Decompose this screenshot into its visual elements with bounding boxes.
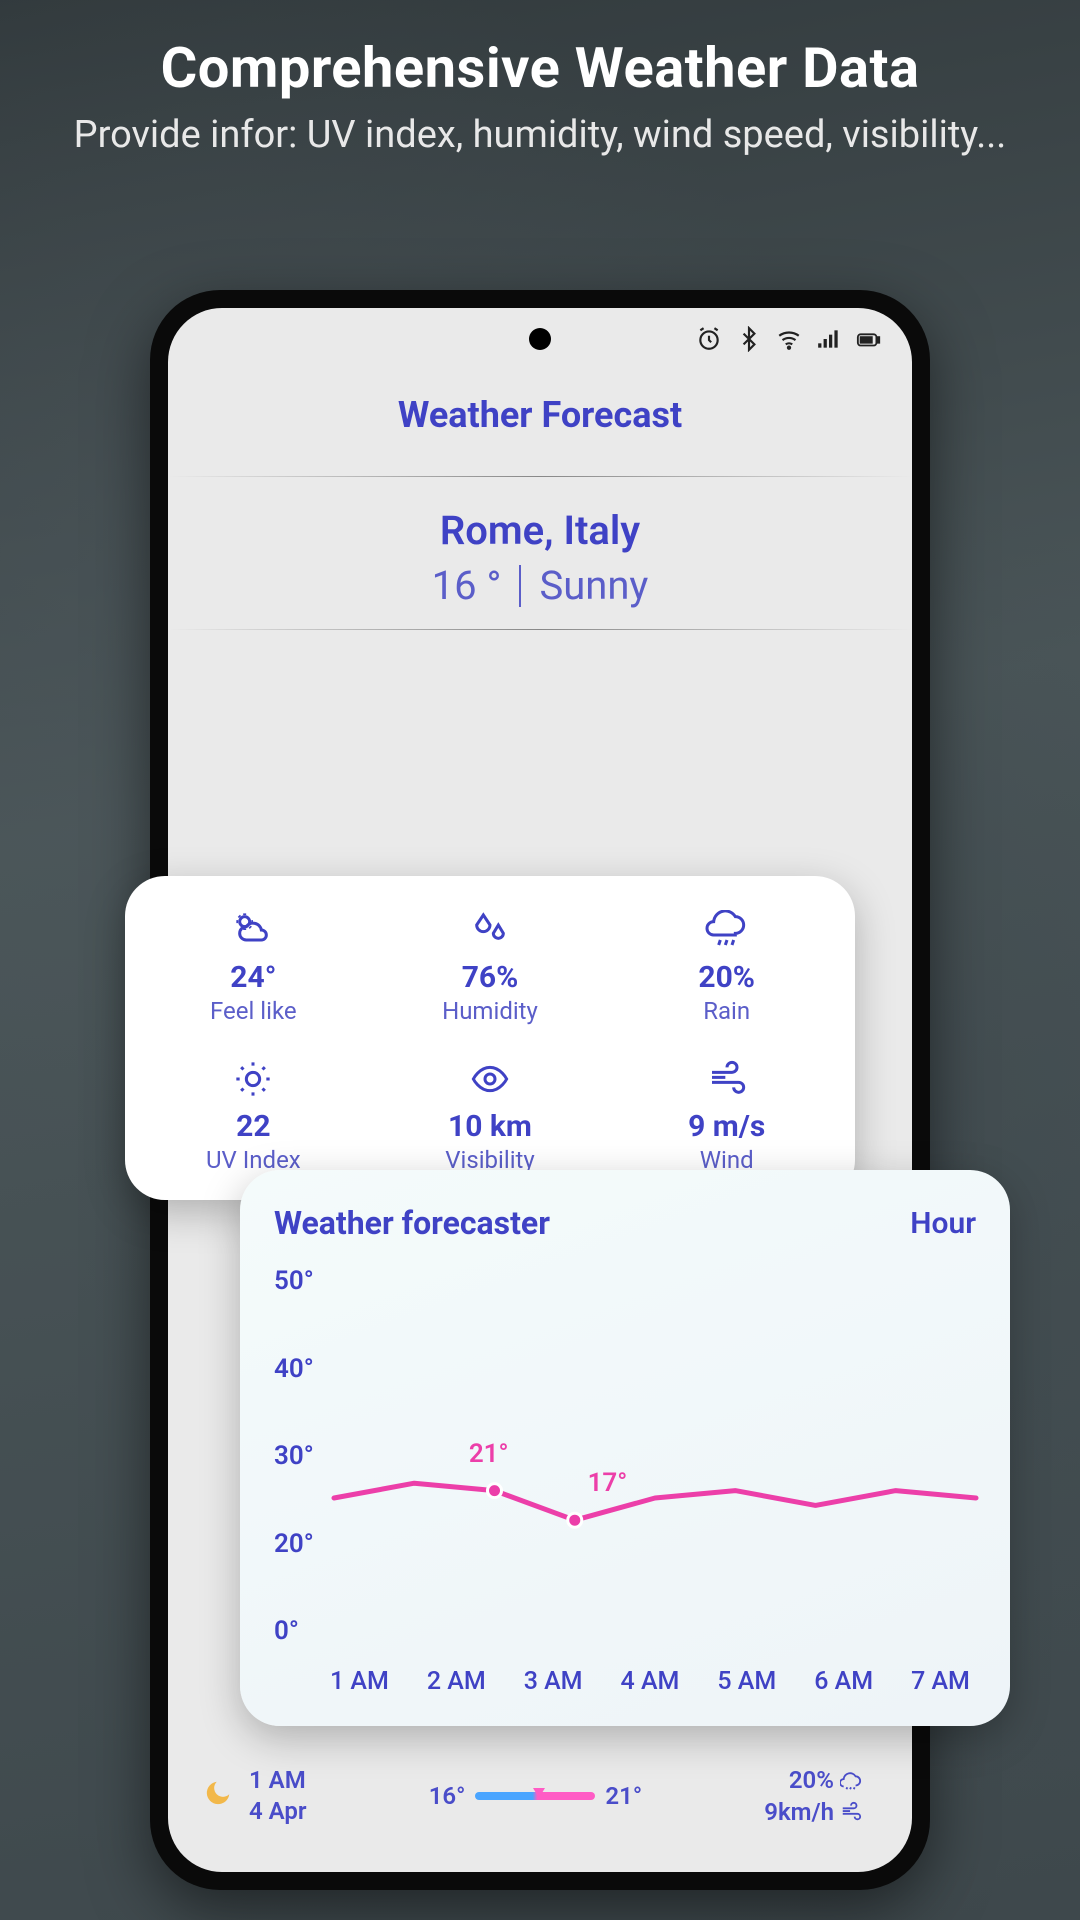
- metric-label: Feel like: [135, 997, 372, 1025]
- current-condition: Sunny: [539, 562, 648, 609]
- cloud-rain-icon: [840, 1769, 862, 1791]
- alarm-icon: [696, 326, 722, 356]
- metric-value: 24°: [135, 960, 372, 995]
- metric-wind: 9 m/sWind: [608, 1055, 845, 1174]
- eye-icon: [372, 1055, 609, 1103]
- metrics-card: 24°Feel like76%Humidity20%Rain 22UV Index…: [125, 876, 855, 1200]
- battery-icon: [856, 326, 882, 356]
- hourly-time: 1 AM: [249, 1765, 307, 1796]
- metric-label: Humidity: [372, 997, 609, 1025]
- signal-icon: [816, 326, 842, 356]
- promo-title: Comprehensive Weather Data: [40, 35, 1040, 101]
- metric-feel-like: 24°Feel like: [135, 906, 372, 1025]
- metric-value: 20%: [608, 960, 845, 995]
- metric-value: 22: [135, 1109, 372, 1144]
- hourly-wind: 9km/h: [764, 1798, 834, 1826]
- promo-banner: Comprehensive Weather Data Provide infor…: [0, 0, 1080, 197]
- chart-area[interactable]: 50°40°30°20°0° 21° 17° 1 AM2 AM3 AM4 AM5…: [274, 1266, 976, 1686]
- location-name: Rome, Italy: [198, 507, 882, 554]
- chart-plot: 21° 17°: [334, 1276, 976, 1646]
- metric-humidity: 76%Humidity: [372, 906, 609, 1025]
- location-block[interactable]: Rome, Italy 16 ° Sunny: [198, 477, 882, 629]
- hourly-rain: 20%: [789, 1766, 834, 1794]
- temp-range-bar: [475, 1792, 595, 1800]
- metric-value: 10 km: [372, 1109, 609, 1144]
- chart-annotation-high: 21°: [469, 1439, 509, 1469]
- location-summary: 16 ° Sunny: [198, 562, 882, 609]
- temp-separator: [519, 565, 521, 607]
- hourly-date: 4 Apr: [249, 1796, 307, 1827]
- wind-icon: [608, 1055, 845, 1103]
- camera-notch: [529, 328, 551, 350]
- hourly-forecast-row[interactable]: 1 AM 4 Apr 16° 21° 20% 9km/h: [203, 1765, 862, 1827]
- x-axis-labels: 1 AM2 AM3 AM4 AM5 AM6 AM7 AM: [324, 1667, 976, 1696]
- bluetooth-icon: [736, 326, 762, 356]
- sun-icon: [135, 1055, 372, 1103]
- current-temp: 16 °: [432, 562, 502, 609]
- wifi-icon: [776, 326, 802, 356]
- metric-visibility: 10 kmVisibility: [372, 1055, 609, 1174]
- metric-uv-index: 22UV Index: [135, 1055, 372, 1174]
- droplets-icon: [372, 906, 609, 954]
- promo-subtitle: Provide infor: UV index, humidity, wind …: [40, 113, 1040, 157]
- metric-value: 9 m/s: [608, 1109, 845, 1144]
- moon-icon: [203, 1778, 233, 1814]
- cloud-rain-icon: [608, 906, 845, 954]
- forecast-chart-card: Weather forecaster Hour 50°40°30°20°0° 2…: [240, 1170, 1010, 1726]
- cloud-sun-icon: [135, 906, 372, 954]
- app-title: Weather Forecast: [198, 394, 882, 436]
- metric-rain: 20%Rain: [608, 906, 845, 1025]
- y-axis-labels: 50°40°30°20°0°: [274, 1266, 314, 1646]
- metric-value: 76%: [372, 960, 609, 995]
- metric-label: Rain: [608, 997, 845, 1025]
- chart-title: Weather forecaster: [274, 1204, 550, 1242]
- hourly-low: 16°: [429, 1782, 466, 1810]
- hourly-high: 21°: [605, 1782, 642, 1810]
- chart-annotation-low: 17°: [588, 1468, 628, 1498]
- wind-icon: [840, 1801, 862, 1823]
- chart-mode-toggle[interactable]: Hour: [910, 1206, 976, 1241]
